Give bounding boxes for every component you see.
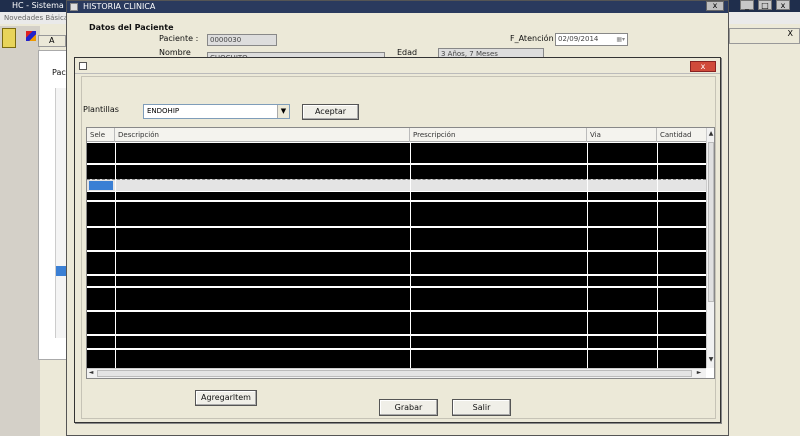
salir-button[interactable]: Salir: [452, 399, 511, 416]
column-header-prescripcion[interactable]: Prescripción: [410, 128, 587, 142]
table-row[interactable]: [87, 276, 706, 286]
scroll-down-icon[interactable]: ▼: [707, 356, 714, 364]
fatencion-date-field[interactable]: 02/09/2014 ▦▾: [555, 33, 628, 46]
hc-title: HISTORIA CLINICA: [83, 2, 156, 11]
side-selected-cell[interactable]: [56, 266, 66, 276]
selected-cell[interactable]: [89, 181, 113, 190]
hc-title-bar: HISTORIA CLINICA: [67, 1, 728, 13]
plantillas-label: Plantillas: [83, 105, 119, 114]
column-header-descripcion[interactable]: Descripción: [115, 128, 410, 142]
hc-close-button[interactable]: x: [706, 1, 724, 11]
table-row[interactable]: [87, 202, 706, 226]
table-row[interactable]: [87, 350, 706, 368]
inner-window-close-button[interactable]: X: [729, 28, 800, 44]
table-row[interactable]: [87, 312, 706, 334]
horizontal-scrollbar[interactable]: ◄ ►: [87, 368, 706, 378]
vertical-scrollbar[interactable]: ▲ ▼: [706, 128, 714, 368]
palette-icon[interactable]: [26, 31, 36, 41]
minimize-button[interactable]: _: [740, 0, 754, 10]
app-logo-icon: [2, 28, 16, 48]
table-row[interactable]: [87, 165, 706, 179]
dialog-icon: [79, 62, 87, 70]
table-row[interactable]: [87, 288, 706, 310]
grid-header: Sele Descripción Prescripción Via Cantid…: [87, 128, 706, 142]
horizontal-scroll-thumb[interactable]: [97, 370, 692, 377]
close-button[interactable]: x: [776, 0, 790, 10]
fatencion-label: F_Atención: [510, 34, 554, 43]
column-header-sele[interactable]: Sele: [87, 128, 115, 142]
paciente-field[interactable]: 0000030: [207, 34, 277, 46]
agregar-item-button[interactable]: Agregarltem: [195, 390, 257, 406]
table-row[interactable]: [87, 143, 706, 163]
column-divider: [657, 142, 658, 368]
app-menu-items[interactable]: Novedades Básica: [4, 14, 68, 22]
vertical-scroll-thumb[interactable]: [708, 142, 714, 302]
side-label-pac: Pac: [52, 68, 66, 77]
items-grid[interactable]: Sele Descripción Prescripción Via Cantid…: [86, 127, 715, 379]
scroll-up-icon[interactable]: ▲: [707, 130, 714, 138]
plantillas-select[interactable]: ENDOHIP ▼: [143, 104, 290, 119]
nombre-label: Nombre: [159, 48, 191, 57]
aceptar-button[interactable]: Aceptar: [302, 104, 359, 120]
calendar-dropdown-icon[interactable]: ▦▾: [616, 35, 625, 45]
column-divider: [115, 142, 116, 368]
table-row-selected[interactable]: [87, 179, 706, 191]
table-row[interactable]: [87, 336, 706, 348]
grabar-button[interactable]: Grabar: [379, 399, 438, 416]
column-divider: [587, 142, 588, 368]
app-tab[interactable]: A: [38, 35, 66, 47]
dialog-title-bar: x: [75, 58, 720, 74]
app-sidebar: [0, 26, 40, 436]
column-divider: [410, 142, 411, 368]
column-header-cantidad[interactable]: Cantidad: [657, 128, 706, 142]
column-header-via[interactable]: Via: [587, 128, 657, 142]
section-title: Datos del Paciente: [89, 23, 174, 32]
table-row[interactable]: [87, 252, 706, 274]
maximize-button[interactable]: □: [758, 0, 772, 10]
chevron-down-icon[interactable]: ▼: [277, 105, 289, 118]
table-row[interactable]: [87, 228, 706, 250]
scroll-right-icon[interactable]: ►: [695, 369, 703, 377]
window-icon: [70, 3, 78, 11]
dialog-close-button[interactable]: x: [690, 61, 716, 72]
scroll-left-icon[interactable]: ◄: [87, 369, 95, 377]
edad-label: Edad: [397, 48, 418, 57]
paciente-label: Paciente :: [159, 34, 199, 43]
table-row[interactable]: [87, 192, 706, 200]
